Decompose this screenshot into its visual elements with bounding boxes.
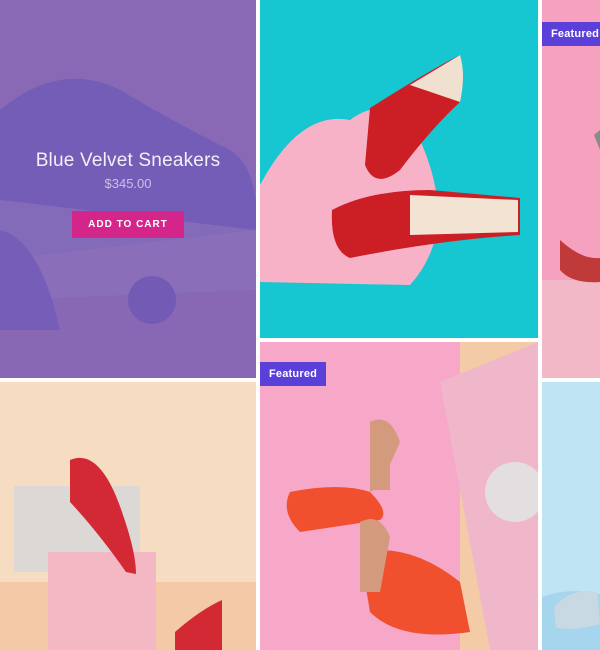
product-tile-red-mules[interactable] [260,0,538,338]
nude-heels-image [260,342,538,650]
add-to-cart-button[interactable]: ADD TO CART [72,211,184,238]
product-tile-red-slingbacks[interactable] [0,382,256,650]
pink-shoe-image [542,0,600,378]
featured-badge: Featured [542,22,600,46]
featured-badge: Featured [260,362,327,386]
red-slingbacks-image [0,382,256,650]
product-title: Blue Velvet Sneakers [35,150,221,171]
product-hover-info: Blue Velvet Sneakers $345.00 ADD TO CART [0,150,256,238]
product-tile-nude-heels[interactable]: Featured [260,342,538,650]
product-tile-light-blue[interactable] [542,382,600,650]
red-mules-image [260,0,538,338]
product-tile-pink-shoe[interactable]: Featured [542,0,600,378]
light-blue-shoe-image [542,382,600,650]
product-tile-blue-velvet-sneakers[interactable]: Blue Velvet Sneakers $345.00 ADD TO CART [0,0,256,378]
product-price: $345.00 [104,176,152,191]
